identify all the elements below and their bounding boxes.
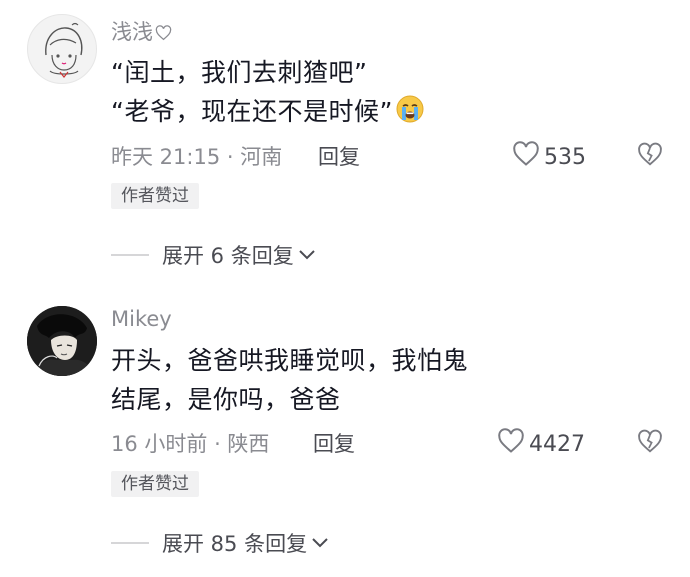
comment-item: Mikey 开头，爸爸哄我睡觉呗，我怕鬼 结尾，是你吗，爸爸 16 小时前 · … (0, 290, 690, 577)
author-liked-badge: 作者赞过 (111, 471, 199, 497)
heart-outline-icon[interactable] (497, 428, 525, 460)
loudly-crying-face-emoji-icon (395, 94, 425, 130)
reply-button[interactable]: 回复 (313, 428, 355, 458)
like-count: 4427 (529, 431, 585, 457)
chevron-down-icon[interactable] (311, 534, 329, 553)
broken-heart-icon[interactable] (637, 142, 663, 171)
divider (111, 542, 149, 544)
comment-text-line: “闰土，我们去刺猹吧” (111, 58, 368, 87)
time-location: 昨天 21:15 · 河南 (111, 145, 283, 169)
comment-item: 浅浅 “闰土，我们去刺猹吧” “老爷，现在还不是时候” 昨天 21:15 · 河… (0, 0, 690, 290)
divider (111, 254, 149, 256)
comment-text-line: 结尾，是你吗，爸爸 (111, 385, 341, 414)
time-location: 16 小时前 · 陕西 (111, 432, 270, 456)
expand-replies-button[interactable]: 展开 6 条回复 (111, 240, 316, 270)
expand-replies-label[interactable]: 展开 85 条回复 (162, 528, 307, 558)
heart-outline-icon (155, 22, 172, 46)
heart-outline-icon[interactable] (512, 141, 540, 173)
username[interactable]: Mikey (111, 307, 172, 331)
expand-replies-button[interactable]: 展开 85 条回复 (111, 528, 329, 558)
like-button[interactable]: 4427 (497, 428, 585, 460)
comment-text: “老爷，现在还不是时候” (111, 97, 393, 126)
author-liked-badge: 作者赞过 (111, 183, 199, 209)
username-text[interactable]: 浅浅 (111, 20, 153, 44)
like-button[interactable]: 535 (512, 141, 586, 173)
like-count: 535 (544, 144, 586, 170)
avatar[interactable] (27, 306, 97, 376)
broken-heart-icon[interactable] (637, 429, 663, 458)
avatar[interactable] (27, 14, 97, 84)
expand-replies-label[interactable]: 展开 6 条回复 (162, 240, 294, 270)
reply-button[interactable]: 回复 (318, 141, 360, 171)
comment-text-line: “老爷，现在还不是时候” (111, 92, 425, 130)
chevron-down-icon[interactable] (298, 246, 316, 265)
comment-text-line: 开头，爸爸哄我睡觉呗，我怕鬼 (111, 346, 469, 375)
username[interactable]: 浅浅 (111, 16, 172, 46)
